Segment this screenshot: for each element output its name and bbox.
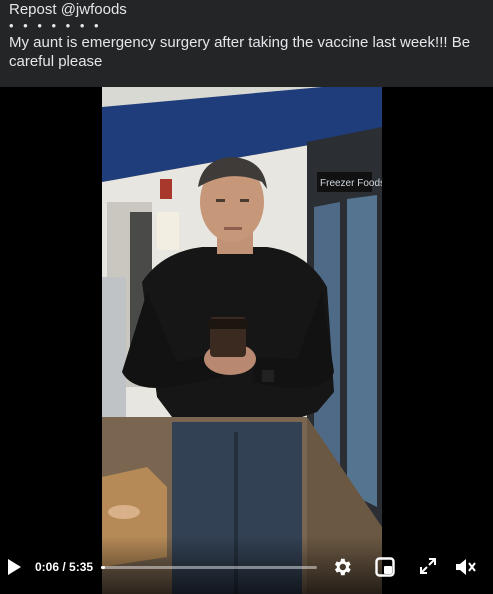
progress-fill xyxy=(101,566,105,569)
store-sign: Freezer Foods xyxy=(320,178,382,189)
video-player[interactable]: Freezer Foods 0:06 / 5:35 xyxy=(0,87,493,594)
picture-in-picture-icon[interactable] xyxy=(375,557,395,577)
progress-bar[interactable] xyxy=(101,566,317,569)
volume-icon[interactable] xyxy=(454,556,478,578)
video-frame[interactable]: Freezer Foods xyxy=(102,87,382,594)
play-icon[interactable] xyxy=(5,558,23,576)
caption-text-line-2: careful please xyxy=(9,53,103,70)
repost-credit[interactable]: Repost @jwfoods xyxy=(9,0,484,19)
settings-gear-icon[interactable] xyxy=(331,556,353,578)
time-display: 0:06 / 5:35 xyxy=(35,560,94,574)
caption-text-line-1: My aunt is emergency surgery after takin… xyxy=(9,34,471,51)
video-controls: 0:06 / 5:35 xyxy=(0,536,493,594)
fullscreen-icon[interactable] xyxy=(419,557,437,575)
post-caption: Repost @jwfoods • • • • • • • My aunt is… xyxy=(9,0,484,71)
caption-dots: • • • • • • • xyxy=(9,18,102,33)
video-still: Freezer Foods xyxy=(102,87,382,594)
